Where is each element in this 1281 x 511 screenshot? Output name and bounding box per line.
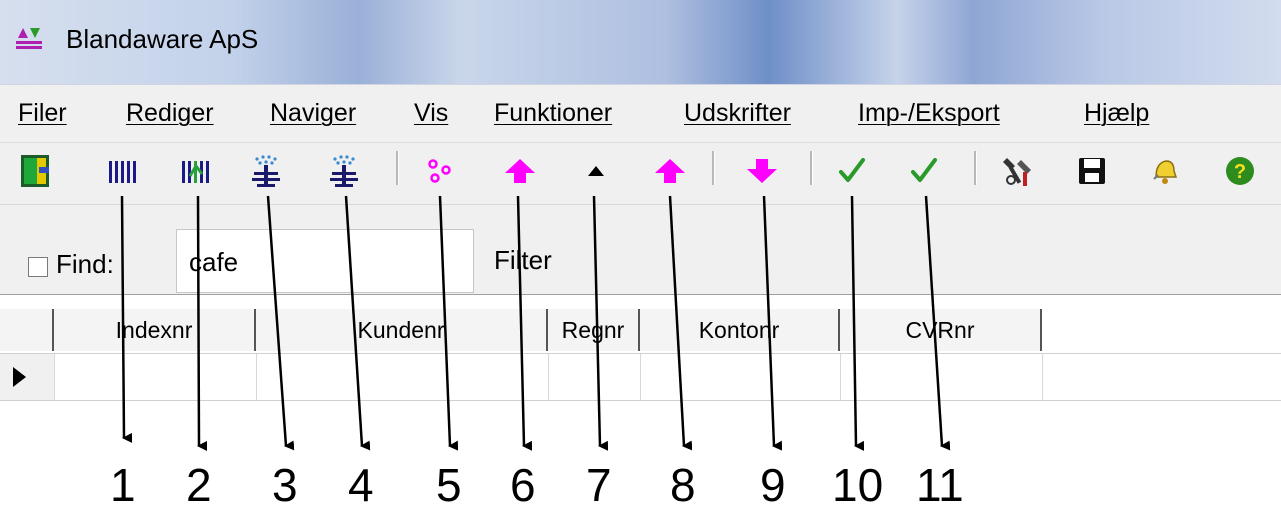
annotation-arrow-6 xyxy=(516,195,533,451)
annotation-arrow-3 xyxy=(266,195,295,451)
annotation-arrow-10 xyxy=(850,195,865,451)
annotation-label-7: 7 xyxy=(586,459,612,511)
annotation-label-11: 11 xyxy=(916,459,964,511)
annotation-label-10: 10 xyxy=(832,459,884,511)
annotation-arrow-9 xyxy=(762,195,783,451)
annotation-arrow-1 xyxy=(120,195,133,443)
annotation-label-3: 3 xyxy=(272,459,298,511)
annotation-arrow-2 xyxy=(196,195,208,451)
annotation-arrow-8 xyxy=(668,195,693,451)
annotation-arrow-7 xyxy=(592,195,609,451)
annotation-label-6: 6 xyxy=(510,459,536,511)
annotation-label-9: 9 xyxy=(760,459,786,511)
annotation-arrows xyxy=(120,195,951,451)
annotation-arrow-5 xyxy=(438,195,459,451)
annotation-arrow-4 xyxy=(344,195,371,451)
annotation-label-8: 8 xyxy=(670,459,696,511)
annotation-label-1: 1 xyxy=(110,459,136,511)
annotation-label-2: 2 xyxy=(186,459,212,511)
annotation-label-5: 5 xyxy=(436,459,462,511)
annotation-arrow-11 xyxy=(924,195,951,451)
annotation-label-4: 4 xyxy=(348,459,374,511)
